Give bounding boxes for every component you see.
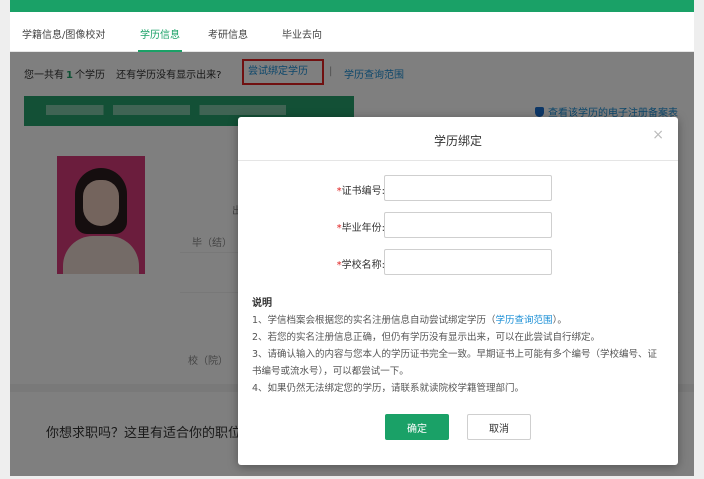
instruction-item: 3、请确认输入的内容与您本人的学历证书完全一致。早期证书上可能有多个编号（学校编… bbox=[252, 349, 658, 377]
graduation-year-label: *毕业年份: bbox=[336, 223, 385, 234]
close-icon[interactable]: × bbox=[652, 127, 664, 143]
degree-bind-dialog: 学历绑定 × *证书编号: *毕业年份: *学校名称: 说明 1、学信档案会根据… bbox=[238, 117, 678, 465]
cancel-button[interactable]: 取消 bbox=[467, 414, 531, 440]
tab-degree-info[interactable]: 学历信息 bbox=[138, 26, 182, 52]
school-name-row: *学校名称: bbox=[238, 249, 678, 275]
instructions: 说明 1、学信档案会根据您的实名注册信息自动尝试绑定学历（学历查询范围）。 2、… bbox=[252, 295, 662, 397]
graduation-year-row: *毕业年份: bbox=[238, 212, 678, 238]
tab-graduation-destination[interactable]: 毕业去向 bbox=[282, 26, 322, 41]
main-nav: 学籍信息/图像校对 学历信息 考研信息 毕业去向 bbox=[10, 12, 694, 52]
confirm-button[interactable]: 确定 bbox=[385, 414, 449, 440]
top-color-bar bbox=[10, 0, 694, 12]
instruction-item: 4、如果仍然无法绑定您的学历，请联系就读院校学籍管理部门。 bbox=[252, 383, 525, 394]
certificate-number-input[interactable] bbox=[384, 175, 552, 201]
certificate-number-row: *证书编号: bbox=[238, 175, 678, 201]
tab-student-info[interactable]: 学籍信息/图像校对 bbox=[22, 26, 105, 41]
school-name-input[interactable] bbox=[384, 249, 552, 275]
dialog-title: 学历绑定 bbox=[433, 134, 482, 148]
certificate-number-label: *证书编号: bbox=[336, 186, 385, 197]
instructions-title: 说明 bbox=[252, 298, 272, 309]
instruction-item: 1、学信档案会根据您的实名注册信息自动尝试绑定学历（学历查询范围）。 bbox=[252, 315, 567, 326]
instruction-item: 2、若您的实名注册信息正确，但仍有学历没有显示出来，可以在此尝试自行绑定。 bbox=[252, 332, 601, 343]
query-range-inline-link[interactable]: 学历查询范围 bbox=[496, 315, 553, 326]
graduation-year-input[interactable] bbox=[384, 212, 552, 238]
school-name-label: *学校名称: bbox=[336, 260, 385, 271]
tab-postgrad-info[interactable]: 考研信息 bbox=[208, 26, 248, 41]
dialog-header: 学历绑定 × bbox=[238, 117, 678, 161]
